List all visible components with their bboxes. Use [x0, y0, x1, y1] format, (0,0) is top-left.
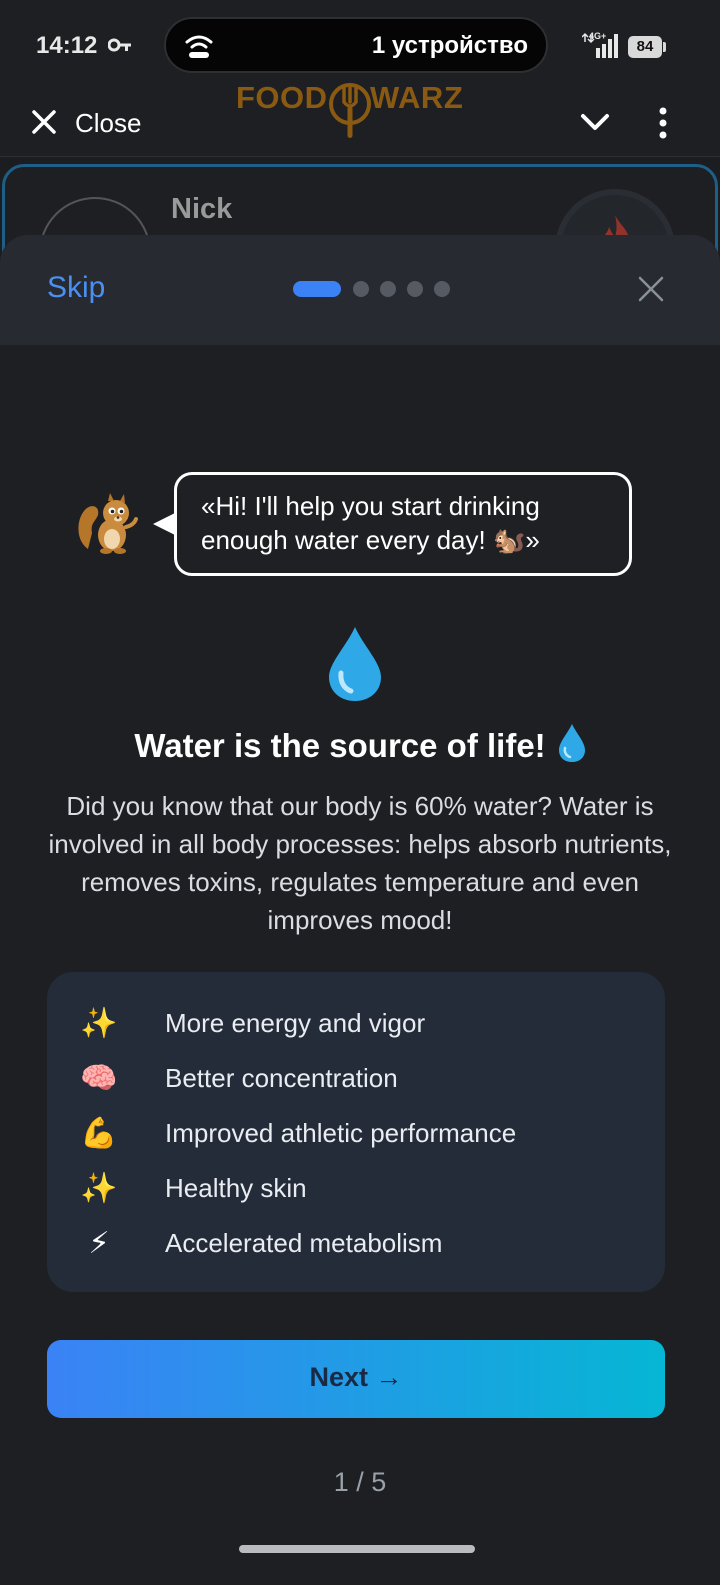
- logo-text-food: FOOD: [236, 80, 328, 115]
- close-icon[interactable]: [638, 276, 664, 302]
- fork-icon: [329, 83, 371, 138]
- mascot-message: «Hi! I'll help you start drinking enough…: [201, 491, 540, 555]
- benefit-label: Healthy skin: [165, 1173, 307, 1203]
- benefit-label: Better concentration: [165, 1063, 398, 1093]
- sheet-top-bar: Skip: [0, 235, 720, 345]
- step-dot-4: [407, 281, 423, 297]
- more-menu-icon[interactable]: [656, 106, 670, 140]
- onboarding-sheet: Skip «Hi! I'll help you start drinking e…: [0, 235, 720, 1585]
- squirrel-mascot-icon: [78, 493, 138, 554]
- cast-label: 1 устройство: [371, 32, 528, 59]
- chevron-down-icon[interactable]: [580, 110, 610, 134]
- close-button[interactable]: Close: [75, 108, 141, 139]
- next-button-label: Next →: [309, 1362, 403, 1392]
- wifi-cast-icon: [185, 35, 213, 58]
- step-dot-5: [434, 281, 450, 297]
- list-item: ⚡ Accelerated metabolism: [79, 1224, 639, 1264]
- foodwarz-logo: FOOD WARZ: [236, 74, 476, 138]
- vpn-key-icon: [108, 38, 131, 52]
- home-indicator[interactable]: [239, 1545, 475, 1553]
- page-counter: 1 / 5: [333, 1467, 387, 1497]
- flexed-biceps-icon: 💪: [80, 1117, 118, 1150]
- sparkles-icon: ✨: [80, 1172, 118, 1205]
- battery-level: 84: [628, 36, 662, 58]
- close-icon[interactable]: [30, 108, 58, 136]
- app-header: Close FOOD WARZ: [0, 80, 720, 157]
- status-time: 14:12: [36, 32, 98, 59]
- speech-bubble-tail: [153, 513, 175, 535]
- headline-text: Water is the source of life!: [134, 727, 546, 764]
- water-drop-icon: [558, 724, 585, 762]
- benefit-label: Improved athletic performance: [165, 1118, 517, 1148]
- logo-text-warz: WARZ: [370, 80, 464, 115]
- step-dot-1: [293, 281, 341, 297]
- page-title: Water is the source of life!: [0, 723, 720, 765]
- battery-tip: [663, 42, 666, 52]
- benefit-label: More energy and vigor: [165, 1008, 426, 1038]
- step-dot-2: [353, 281, 369, 297]
- screen: 14:12 1 устройство 4G+ 84 Close FOOD WAR…: [0, 0, 720, 1585]
- list-item: ✨ Healthy skin: [79, 1169, 639, 1209]
- signal-strength-icon: [582, 32, 618, 58]
- next-button[interactable]: Next →: [47, 1340, 665, 1418]
- intro-description: Did you know that our body is 60% water?…: [48, 791, 672, 935]
- list-item: 💪 Improved athletic performance: [79, 1114, 639, 1154]
- skip-button[interactable]: Skip: [47, 271, 105, 305]
- benefit-label: Accelerated metabolism: [165, 1228, 443, 1258]
- cast-indicator[interactable]: 1 устройство: [164, 17, 548, 73]
- brain-icon: 🧠: [80, 1062, 118, 1095]
- list-item: ✨ More energy and vigor: [79, 1004, 639, 1044]
- benefits-list: ✨ More energy and vigor 🧠 Better concent…: [47, 972, 665, 1292]
- lightning-icon: ⚡: [88, 1227, 110, 1260]
- step-dot-3: [380, 281, 396, 297]
- water-drop-icon: [329, 627, 381, 701]
- sparkles-icon: ✨: [80, 1007, 118, 1040]
- profile-name: Nick: [171, 193, 233, 225]
- mascot-speech-bubble: «Hi! I'll help you start drinking enough…: [174, 472, 632, 576]
- list-item: 🧠 Better concentration: [79, 1059, 639, 1099]
